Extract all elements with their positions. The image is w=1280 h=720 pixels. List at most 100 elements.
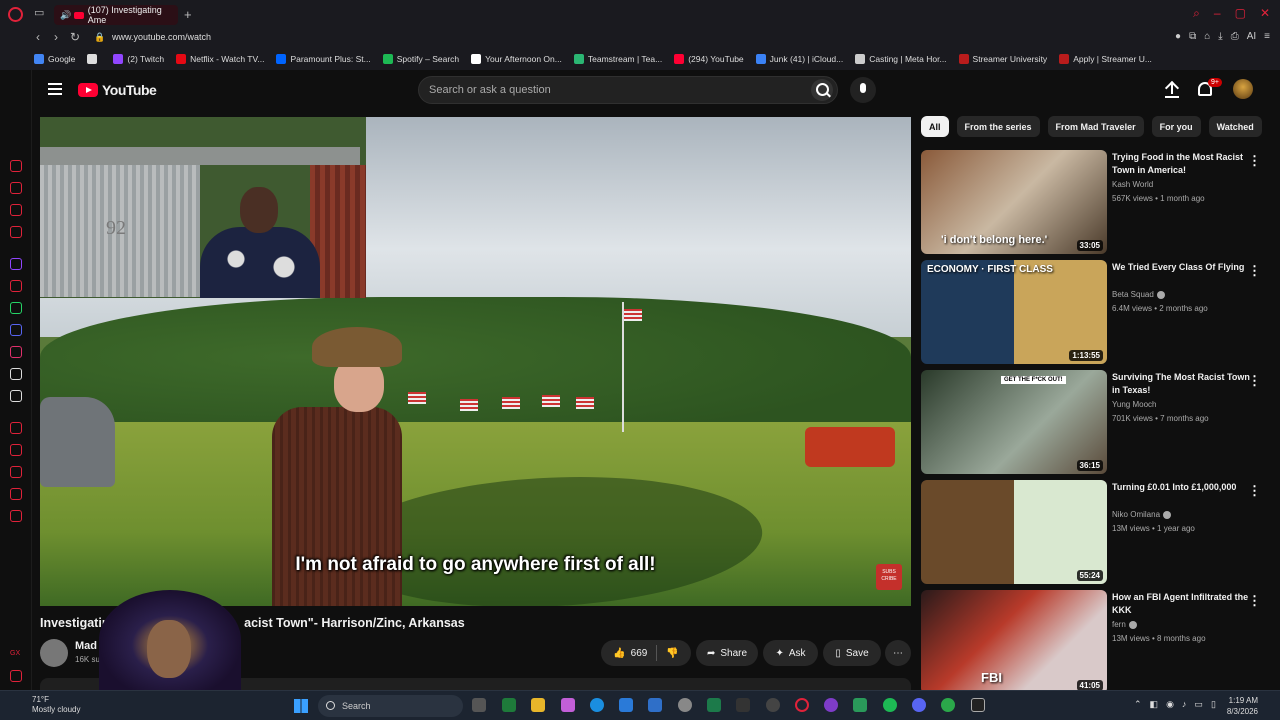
sidebar-cube-icon[interactable] <box>10 488 22 500</box>
more-actions-button[interactable]: ⋯ <box>885 640 911 666</box>
tab-workspaces-icon[interactable]: ▭ <box>34 6 48 20</box>
recommendation-item[interactable]: FBI 41:05 How an FBI Agent Infiltrated the… <box>921 590 1261 694</box>
outlook-icon[interactable] <box>648 698 662 712</box>
share-button[interactable]: ➦ Share <box>696 640 758 666</box>
messenger-icon[interactable] <box>824 698 838 712</box>
bookmark-item[interactable]: Netflix - Watch TV... <box>176 54 264 64</box>
recommendation-item[interactable]: GET THE F*CK OUT! 36:15 Surviving The Most… <box>921 370 1261 474</box>
recommendation-thumbnail[interactable]: 55:24 <box>921 480 1107 584</box>
maximize-icon[interactable]: ▢ <box>1235 6 1246 21</box>
filter-chip[interactable]: Watched <box>1208 116 1262 137</box>
filter-chip[interactable]: All <box>921 116 949 137</box>
sidebar-gx-icon[interactable]: GX <box>10 650 22 662</box>
search-tabs-icon[interactable]: ⌕ <box>1193 6 1200 21</box>
windows-start-icon[interactable] <box>294 699 308 713</box>
bookmark-item[interactable]: (2) Twitch <box>113 54 164 64</box>
network-icon[interactable]: ◉ <box>1166 699 1174 710</box>
youtube-logo[interactable]: YouTube <box>78 82 157 98</box>
file-explorer-icon[interactable] <box>531 698 545 712</box>
app-icon[interactable] <box>853 698 867 712</box>
tray-app-icon[interactable]: ◧ <box>1150 699 1159 710</box>
url-field[interactable]: www.youtube.com/watch <box>112 32 211 42</box>
recommendation-channel[interactable]: Niko Omilana <box>1112 510 1172 519</box>
camera-icon[interactable]: ⌂ <box>1204 31 1210 42</box>
obs-icon[interactable] <box>766 698 780 712</box>
more-vert-icon[interactable] <box>1248 482 1252 496</box>
sidebar-more-icon[interactable] <box>10 670 22 682</box>
speaker-icon[interactable]: 🔊 <box>60 10 71 21</box>
sidebar-messenger-icon[interactable] <box>10 204 22 216</box>
upload-icon[interactable] <box>1165 82 1179 98</box>
recommendation-thumbnail[interactable]: 'i don't belong here.' 33:05 <box>921 150 1107 254</box>
sidebar-shop-icon[interactable] <box>10 182 22 194</box>
sidebar-mail-icon[interactable] <box>10 226 22 238</box>
reload-icon[interactable]: ↻ <box>70 30 80 44</box>
filter-chip[interactable]: For you <box>1151 116 1201 137</box>
voice-search-button[interactable] <box>850 77 876 103</box>
recommendation-channel[interactable]: fern <box>1112 620 1137 629</box>
edge-icon[interactable] <box>590 698 604 712</box>
opera-gx-icon[interactable] <box>795 698 809 712</box>
bookmark-item[interactable]: Paramount Plus: St... <box>276 54 371 64</box>
lock-icon[interactable]: 🔒 <box>94 32 105 42</box>
channel-avatar[interactable] <box>40 639 68 667</box>
sidebar-pin-icon[interactable] <box>10 444 22 456</box>
recommendation-channel[interactable]: Beta Squad <box>1112 290 1165 299</box>
more-vert-icon[interactable] <box>1248 262 1252 276</box>
settings-icon[interactable] <box>678 698 692 712</box>
more-vert-icon[interactable] <box>1248 152 1252 166</box>
recommendation-item[interactable]: 'i don't belong here.' 33:05 Trying Food i… <box>921 150 1261 254</box>
discord-icon[interactable] <box>912 698 926 712</box>
sidebar-discord-icon[interactable] <box>10 324 22 336</box>
back-icon[interactable]: ‹ <box>36 30 40 44</box>
filter-chip[interactable]: From the series <box>956 116 1040 137</box>
sidebar-instagram-icon[interactable] <box>10 346 22 358</box>
subscribe-watermark[interactable]: SUBS CRIBE <box>876 564 902 590</box>
snapshot-icon[interactable]: ⎙ <box>1231 31 1239 42</box>
phone-link-icon[interactable]: ▯ <box>1211 699 1216 710</box>
recommendation-channel[interactable]: Yung Mooch <box>1112 400 1156 409</box>
bookmark-item[interactable]: Junk (41) | iCloud... <box>755 54 843 64</box>
bookmark-item[interactable]: (294) YouTube <box>674 54 744 64</box>
account-avatar[interactable] <box>1233 79 1253 99</box>
download-icon[interactable]: ⤓ <box>1218 31 1222 42</box>
bookmark-item[interactable]: Teamstream | Tea... <box>573 54 662 64</box>
save-button[interactable]: ▯ Save <box>823 640 881 666</box>
bookmark-item[interactable]: Streamer University <box>958 54 1047 64</box>
recommendation-title[interactable]: We Tried Every Class Of Flying <box>1112 261 1252 274</box>
sidebar-tiktok-icon[interactable] <box>10 368 22 380</box>
recommendation-thumbnail[interactable]: GET THE F*CK OUT! 36:15 <box>921 370 1107 474</box>
taskbar-clock[interactable]: 1:19 AM 8/3/2026 <box>1227 695 1258 717</box>
xbox-app-icon[interactable] <box>502 698 516 712</box>
taskview-icon[interactable] <box>472 698 486 712</box>
bookmark-item[interactable]: Your Afternoon On... <box>471 54 562 64</box>
sidebar-settings-icon[interactable] <box>10 510 22 522</box>
store-icon[interactable] <box>619 698 633 712</box>
volume-icon[interactable]: ♪ <box>1182 699 1187 710</box>
menu-lines-icon[interactable]: ≡ <box>1264 31 1270 42</box>
xbox-icon[interactable] <box>707 698 721 712</box>
sidebar-aria-icon[interactable] <box>10 160 22 172</box>
bookmark-item[interactable]: Apply | Streamer U... <box>1059 54 1152 64</box>
recommendation-thumbnail[interactable]: FBI 41:05 <box>921 590 1107 694</box>
hamburger-menu-icon[interactable] <box>48 83 62 95</box>
close-icon[interactable]: ✕ <box>1260 6 1270 21</box>
more-vert-icon[interactable] <box>1248 592 1252 606</box>
dislike-icon[interactable]: 👎 <box>666 648 678 659</box>
search-button[interactable] <box>811 79 833 101</box>
new-tab-button[interactable]: + <box>184 7 192 22</box>
sidebar-history-icon[interactable] <box>10 466 22 478</box>
battery-icon[interactable]: ▭ <box>1194 699 1203 710</box>
capcut-icon[interactable] <box>971 698 985 712</box>
tab-youtube[interactable]: 🔊 (107) Investigating Ame <box>54 5 178 25</box>
sidebar-music-icon[interactable] <box>10 280 22 292</box>
ai-icon[interactable]: AI <box>1247 31 1256 42</box>
like-icon[interactable]: 👍 <box>613 648 625 659</box>
epic-games-icon[interactable] <box>736 698 750 712</box>
taskbar-search[interactable]: Search <box>318 695 463 717</box>
weather-widget[interactable]: 71°F Mostly cloudy <box>32 695 80 715</box>
filter-chip[interactable]: From Mad Traveler <box>1047 116 1144 137</box>
recommendation-thumbnail[interactable]: ECONOMY · FIRST CLASS 1:13:55 <box>921 260 1107 364</box>
bookmark-item[interactable]: Spotify – Search <box>382 54 459 64</box>
search-input[interactable] <box>429 84 789 96</box>
